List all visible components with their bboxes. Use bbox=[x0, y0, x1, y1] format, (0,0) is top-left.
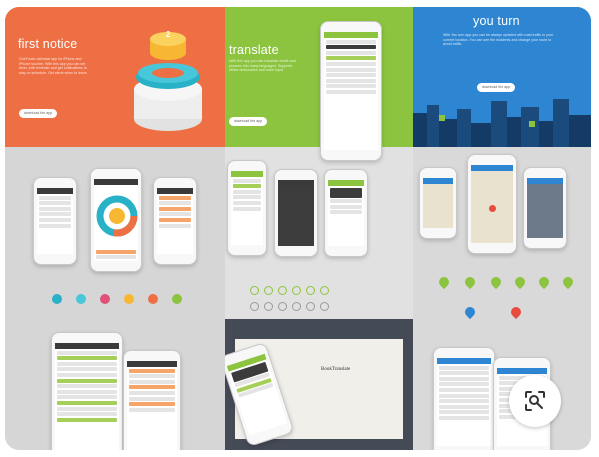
feature-icon bbox=[264, 302, 273, 311]
app-icon bbox=[76, 294, 86, 304]
phone-mockup bbox=[33, 177, 77, 265]
feature-icon bbox=[306, 286, 315, 295]
lens-search-button[interactable] bbox=[509, 375, 561, 427]
feature-icon bbox=[264, 286, 273, 295]
hero-orange: first notice OneTouch calendar app for i… bbox=[5, 7, 225, 147]
phone-mockup bbox=[523, 167, 567, 249]
panel-description: OneTouch calendar app for iPhone and iPh… bbox=[19, 57, 88, 75]
map-pin-icon bbox=[436, 274, 452, 290]
app-icon bbox=[172, 294, 182, 304]
map-pin-icon bbox=[560, 274, 576, 290]
phone-mockup bbox=[51, 332, 123, 450]
lens-search-icon bbox=[525, 391, 545, 411]
feature-icon bbox=[292, 286, 301, 295]
panel-title: first notice bbox=[18, 37, 78, 51]
download-button[interactable]: download the app bbox=[19, 109, 57, 118]
panel-first-notice: first notice OneTouch calendar app for i… bbox=[5, 7, 225, 450]
feature-icon bbox=[278, 302, 287, 311]
phone-mockup bbox=[123, 350, 181, 450]
feature-icon bbox=[250, 286, 259, 295]
map-pin-icon bbox=[462, 304, 478, 320]
screenshot-frame: first notice OneTouch calendar app for i… bbox=[5, 7, 591, 450]
download-button[interactable]: download the app bbox=[477, 83, 515, 92]
feature-icon bbox=[306, 302, 315, 311]
map-pin-icon bbox=[508, 304, 524, 320]
feature-icon bbox=[320, 302, 329, 311]
phone-mockup bbox=[227, 160, 267, 256]
app-icon bbox=[124, 294, 134, 304]
map-pin-icon bbox=[536, 274, 552, 290]
app-icon bbox=[100, 294, 110, 304]
phone-mockup bbox=[320, 21, 382, 161]
feature-icon bbox=[250, 302, 259, 311]
phone-mockup bbox=[90, 168, 142, 272]
feature-icon bbox=[278, 286, 287, 295]
feature-icon bbox=[292, 302, 301, 311]
phone-mockup bbox=[467, 154, 517, 254]
promo-panel: BookTranslate bbox=[225, 319, 413, 450]
app-name: BookTranslate bbox=[321, 367, 351, 372]
panel-description: With this app you can translate words an… bbox=[229, 59, 296, 73]
download-button[interactable]: download the app bbox=[229, 117, 267, 126]
map-pin-icon bbox=[462, 274, 478, 290]
map-pin-icon bbox=[488, 274, 504, 290]
hero-blue: you turn With You turn app you can be al… bbox=[413, 7, 591, 147]
phone-mockup bbox=[324, 169, 368, 257]
panel-you-turn: you turn With You turn app you can be al… bbox=[413, 7, 591, 450]
feature-icon bbox=[320, 286, 329, 295]
phone-mockup bbox=[433, 347, 495, 450]
badge-number: 2 bbox=[166, 30, 171, 39]
phone-mockup bbox=[274, 169, 318, 257]
panel-title: translate bbox=[229, 43, 279, 57]
app-icon bbox=[148, 294, 158, 304]
phone-mockup bbox=[419, 167, 457, 239]
phone-mockup bbox=[153, 177, 197, 265]
map-pin-icon bbox=[512, 274, 528, 290]
panel-title: you turn bbox=[473, 14, 520, 28]
panel-description: With You turn app you can be always upda… bbox=[443, 33, 554, 47]
panel-translate: translate With this app you can translat… bbox=[225, 7, 413, 450]
app-icon bbox=[52, 294, 62, 304]
hero-green: translate With this app you can translat… bbox=[225, 7, 413, 147]
city-skyline-illustration bbox=[413, 99, 591, 147]
